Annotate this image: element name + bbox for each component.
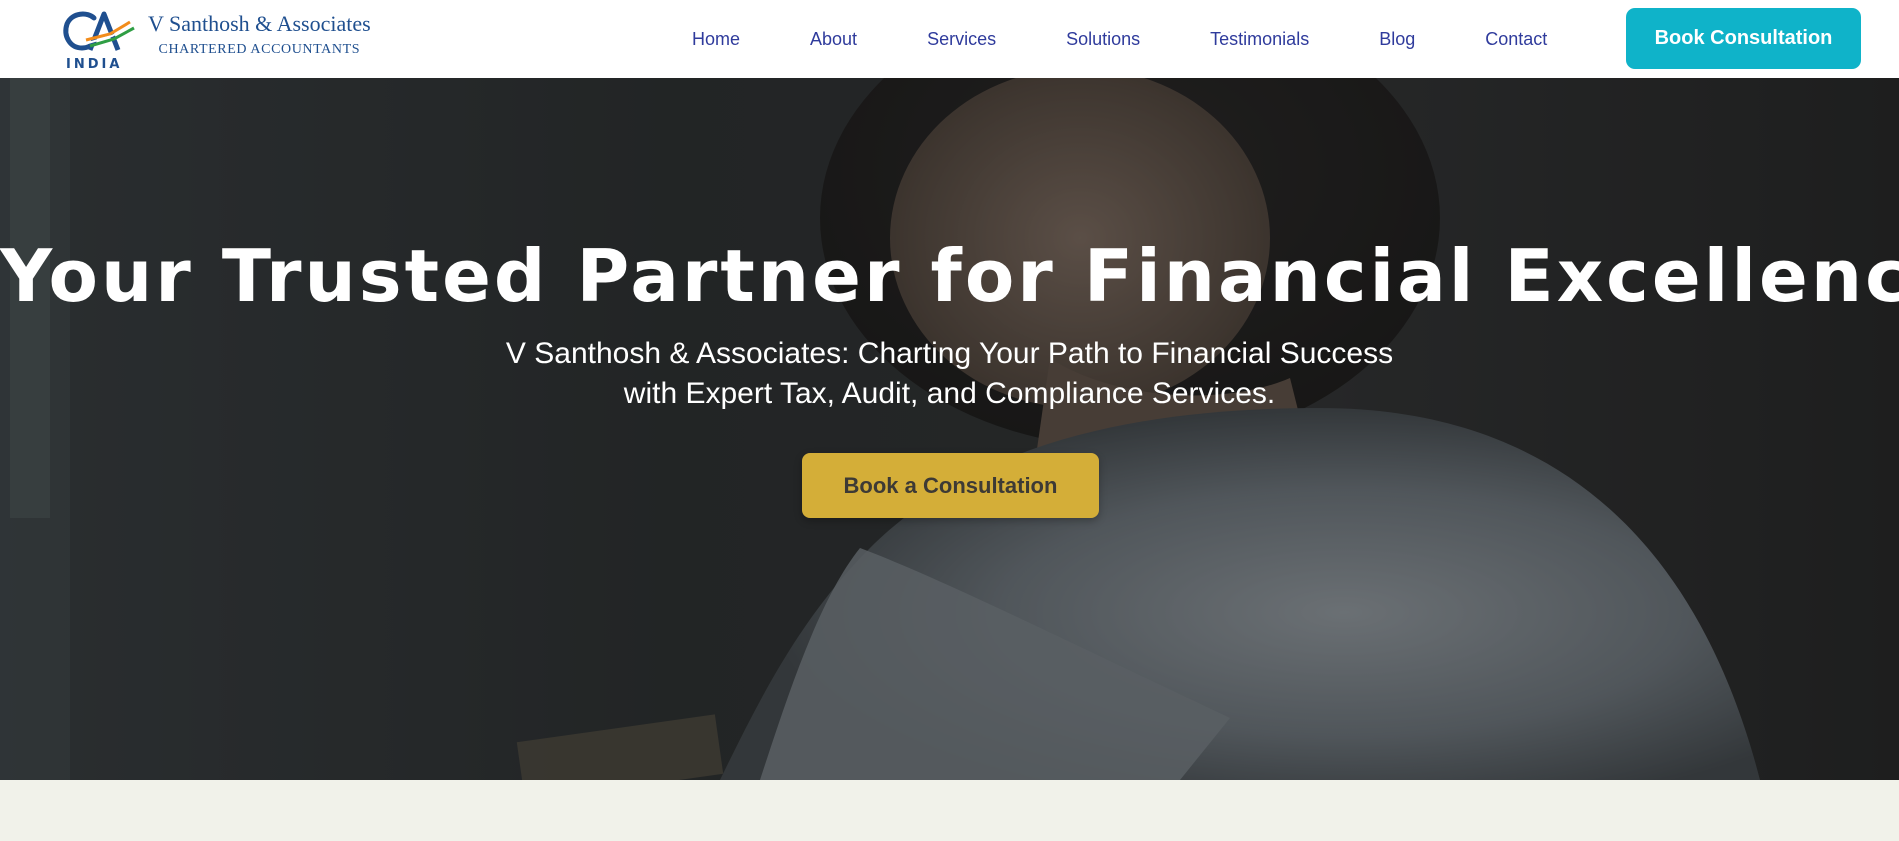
hero-subtitle-line-2: with Expert Tax, Audit, and Compliance S… xyxy=(623,377,1276,410)
site-header: INDIA V Santhosh & Associates CHARTERED … xyxy=(0,0,1899,78)
hero-overlay xyxy=(0,78,1899,780)
brand-logo-link[interactable]: INDIA V Santhosh & Associates CHARTERED … xyxy=(60,8,371,70)
logo-country-text: INDIA xyxy=(66,57,122,70)
nav-testimonials[interactable]: Testimonials xyxy=(1210,29,1309,50)
hero-title: Your Trusted Partner for Financial Excel… xyxy=(0,234,1899,318)
nav-services[interactable]: Services xyxy=(927,29,996,50)
brand-text: V Santhosh & Associates CHARTERED ACCOUN… xyxy=(148,11,371,58)
ca-india-logo-icon: INDIA xyxy=(60,8,136,70)
book-consultation-button[interactable]: Book Consultation xyxy=(1626,8,1861,69)
nav-home[interactable]: Home xyxy=(692,29,740,50)
hero-section: Your Trusted Partner for Financial Excel… xyxy=(0,78,1899,780)
firm-tagline: CHARTERED ACCOUNTANTS xyxy=(158,42,361,58)
nav-about[interactable]: About xyxy=(810,29,857,50)
main-nav: Home About Services Solutions Testimonia… xyxy=(692,0,1547,78)
next-section xyxy=(0,780,1899,841)
nav-contact[interactable]: Contact xyxy=(1485,29,1547,50)
hero-subtitle-line-1: V Santhosh & Associates: Charting Your P… xyxy=(505,337,1394,370)
firm-name: V Santhosh & Associates xyxy=(148,11,371,36)
nav-solutions[interactable]: Solutions xyxy=(1066,29,1140,50)
nav-blog[interactable]: Blog xyxy=(1379,29,1415,50)
hero-subtitle: V Santhosh & Associates: Charting Your P… xyxy=(0,334,1899,414)
book-a-consultation-button[interactable]: Book a Consultation xyxy=(802,453,1099,518)
